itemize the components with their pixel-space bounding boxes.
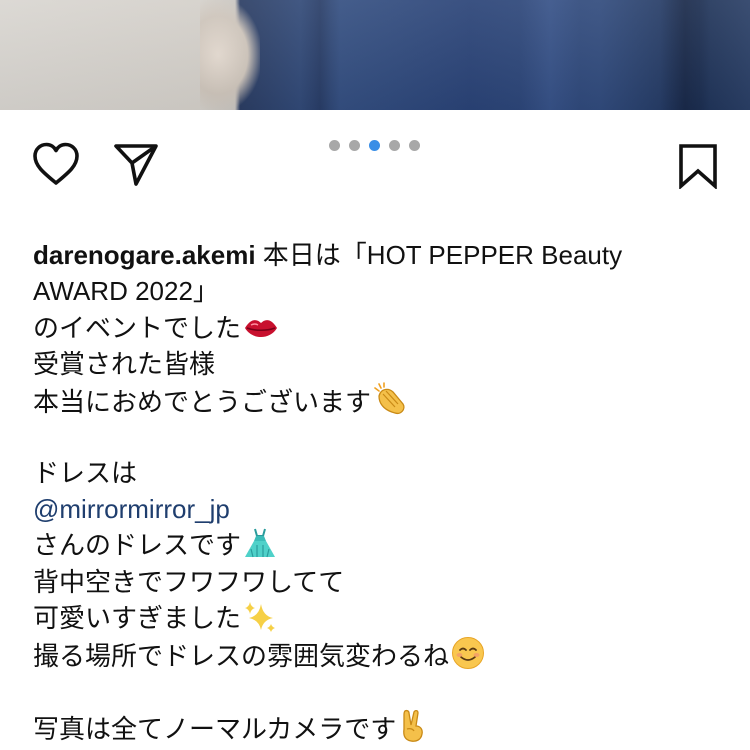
caption-line: AWARD 2022」 [33, 276, 219, 307]
carousel-dot [409, 140, 420, 151]
caption-text: 本日は「HOT PEPPER Beauty [262, 240, 623, 270]
caption-username[interactable]: darenogare.akemi [33, 240, 256, 270]
mention-link[interactable]: @mirrormirror_jp [33, 494, 230, 524]
victory-hand-icon [403, 709, 424, 742]
save-button[interactable] [678, 143, 718, 189]
smiling-face-icon [452, 637, 485, 670]
caption-line: 本当におめでとうございます [33, 382, 723, 418]
caption-line: さんのドレスです [33, 527, 723, 563]
carousel-dot-active [369, 140, 380, 151]
caption-text: 本当におめでとうございます [33, 387, 372, 418]
caption-line: のイベントでした [33, 310, 723, 346]
photo-shading [0, 0, 750, 110]
carousel-indicator [329, 140, 420, 152]
caption-text: のイベントでした [33, 312, 242, 343]
carousel-dot [329, 140, 340, 151]
caption-line: @mirrormirror_jp [33, 491, 723, 527]
caption-text: 可愛いすぎました [33, 602, 242, 633]
bookmark-outline-icon [679, 144, 717, 189]
caption-line: 背中空きでフワフワしてて [33, 566, 345, 597]
caption-line: 撮る場所でドレスの雰囲気変わるね [33, 636, 723, 672]
share-button[interactable] [113, 143, 159, 187]
like-button[interactable] [32, 142, 80, 186]
heart-outline-icon [33, 142, 79, 185]
caption-line: ドレスは [33, 457, 138, 488]
sparkles-icon [245, 601, 276, 632]
paper-plane-icon [114, 144, 158, 186]
caption-text: さんのドレスです [33, 530, 242, 561]
post-caption: darenogare.akemi 本日は「HOT PEPPER Beauty A… [33, 237, 723, 745]
caption-line: 写真は全てノーマルカメラです [33, 709, 723, 745]
caption-line: darenogare.akemi 本日は「HOT PEPPER Beauty [33, 237, 723, 273]
post-photo[interactable] [0, 0, 750, 110]
caption-line: 可愛いすぎました [33, 600, 723, 636]
caption-line: 受賞された皆様 [33, 348, 216, 379]
carousel-dot [349, 140, 360, 151]
caption-text: 撮る場所でドレスの雰囲気変わるね [33, 641, 450, 672]
carousel-dot [389, 140, 400, 151]
clapping-hands-icon [374, 382, 405, 415]
lips-icon [245, 319, 278, 337]
dress-icon [245, 529, 276, 558]
caption-text: 写真は全てノーマルカメラです [33, 713, 397, 744]
